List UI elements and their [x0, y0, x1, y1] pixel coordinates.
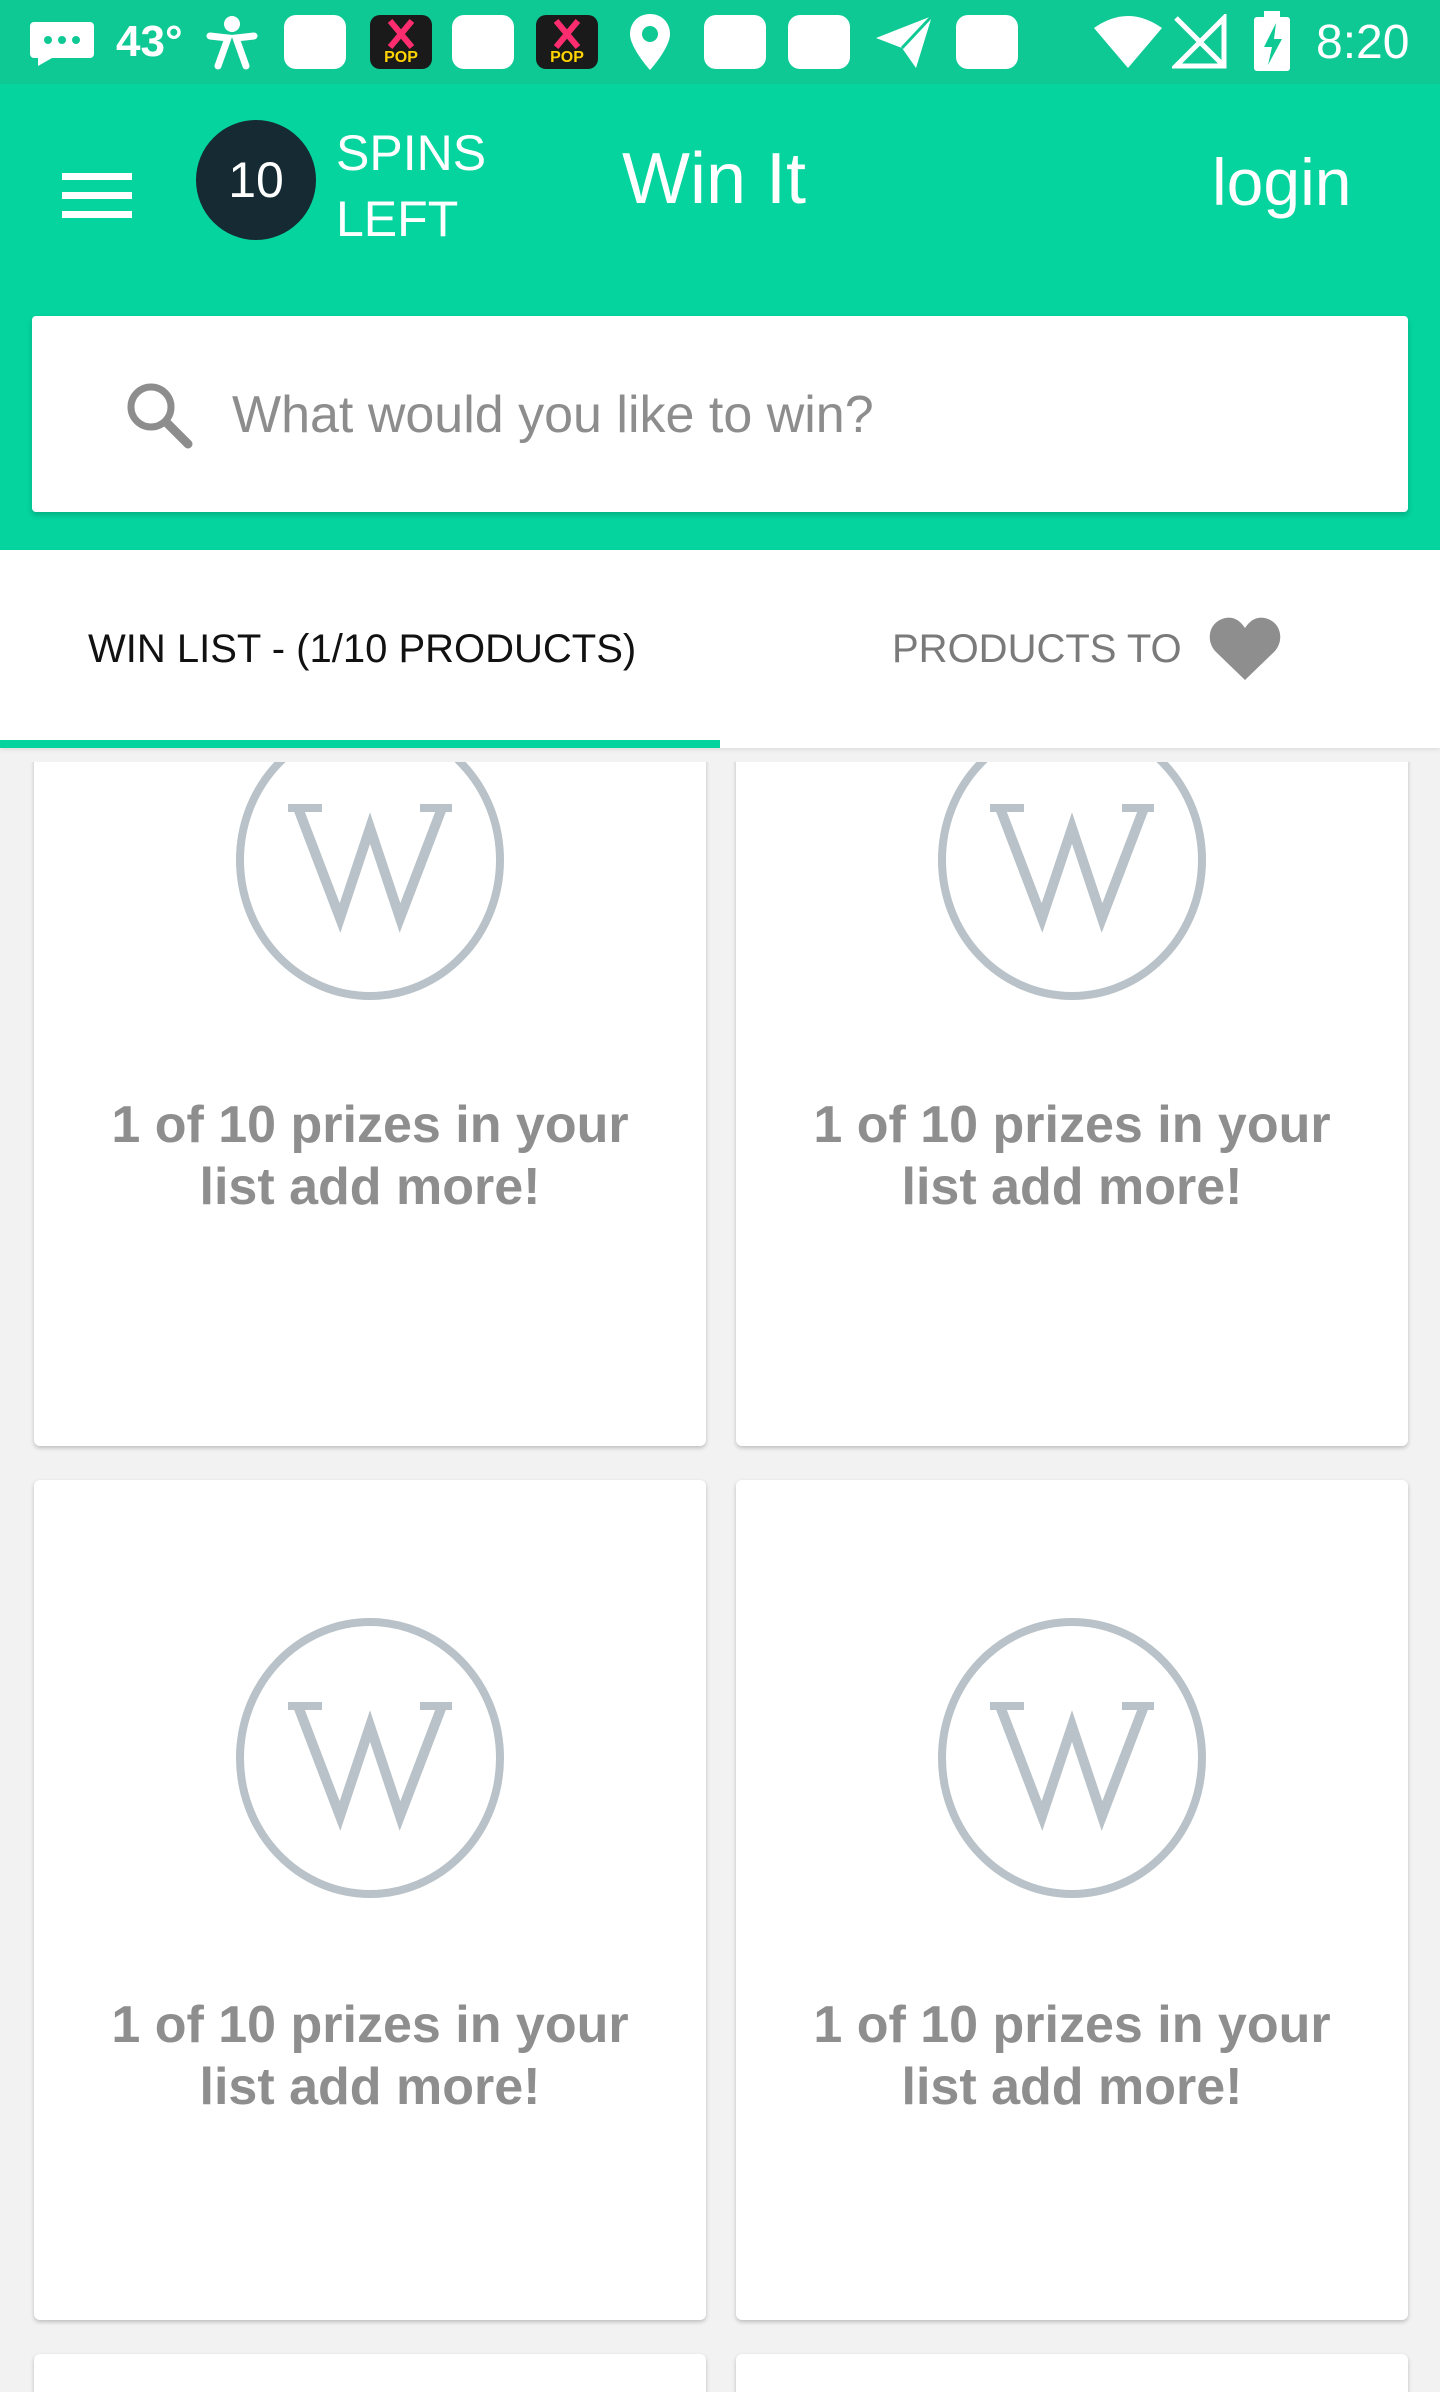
signal-icon	[1172, 0, 1228, 84]
selected-tab-indicator	[0, 740, 720, 748]
prize-card[interactable]: 1 of 10 prizes in your list add more!	[736, 1480, 1408, 2320]
square-notification-icon	[452, 0, 514, 84]
hamburger-menu-icon	[62, 173, 132, 218]
w-logo-icon	[938, 1618, 1206, 1898]
square-notification-icon	[284, 0, 346, 84]
app-figure-icon	[204, 0, 260, 84]
app-title: Win It	[622, 139, 807, 219]
w-logo-icon	[938, 762, 1206, 1000]
tab-bar: WIN LIST - (1/10 PRODUCTS) PRODUCTS TO	[0, 550, 1440, 748]
search-input[interactable]	[232, 360, 1372, 470]
messages-icon	[28, 0, 96, 84]
search-icon	[127, 383, 193, 449]
wifi-icon	[1092, 0, 1164, 84]
spins-left-label: SPINS LEFT	[336, 120, 536, 252]
prize-card-text: 1 of 10 prizes in your list add more!	[111, 1996, 629, 2116]
clock-time: 8:20	[1316, 15, 1410, 69]
square-notification-icon	[956, 0, 1018, 84]
app-bar: 10 SPINS LEFT Win It login	[0, 84, 1440, 550]
prize-card-partial[interactable]	[34, 2354, 706, 2392]
send-icon	[874, 0, 934, 84]
search-box[interactable]	[32, 316, 1408, 512]
tab-products-to[interactable]: PRODUCTS TO	[720, 550, 1440, 748]
w-logo-icon	[236, 762, 504, 1000]
tab-win-list[interactable]: WIN LIST - (1/10 PRODUCTS)	[0, 550, 720, 748]
location-pin-icon	[626, 0, 674, 84]
tab-products-label: PRODUCTS TO	[892, 626, 1182, 671]
spins-label-line1: SPINS	[336, 125, 487, 181]
spins-count-badge: 10	[196, 120, 316, 240]
kpop-app-icon: POP	[370, 0, 432, 84]
login-button[interactable]: login	[1212, 142, 1351, 222]
w-logo-icon	[236, 1618, 504, 1898]
temperature: 43°	[116, 17, 183, 66]
prize-card-text: 1 of 10 prizes in your list add more!	[813, 1096, 1331, 1216]
prize-card-text: 1 of 10 prizes in your list add more!	[111, 1096, 629, 1216]
prize-card[interactable]: 1 of 10 prizes in your list add more!	[34, 762, 706, 1446]
prize-card-text: 1 of 10 prizes in your list add more!	[813, 1996, 1331, 2116]
prize-card[interactable]: 1 of 10 prizes in your list add more!	[736, 762, 1408, 1446]
prize-card[interactable]: 1 of 10 prizes in your list add more!	[34, 1480, 706, 2320]
kpop-app-icon: POP	[536, 0, 598, 84]
win-list-grid: 1 of 10 prizes in your list add more! 1 …	[0, 762, 1440, 2392]
square-notification-icon	[788, 0, 850, 84]
tab-win-list-label: WIN LIST - (1/10 PRODUCTS)	[88, 626, 637, 671]
heart-icon	[1209, 617, 1280, 680]
square-notification-icon	[704, 0, 766, 84]
status-bar: 43° POP POP 8:20	[0, 0, 1440, 84]
spins-label-line2: LEFT	[336, 191, 459, 247]
battery-charging-icon	[1252, 0, 1292, 84]
prize-card-partial[interactable]	[736, 2354, 1408, 2392]
menu-button[interactable]	[52, 150, 142, 240]
